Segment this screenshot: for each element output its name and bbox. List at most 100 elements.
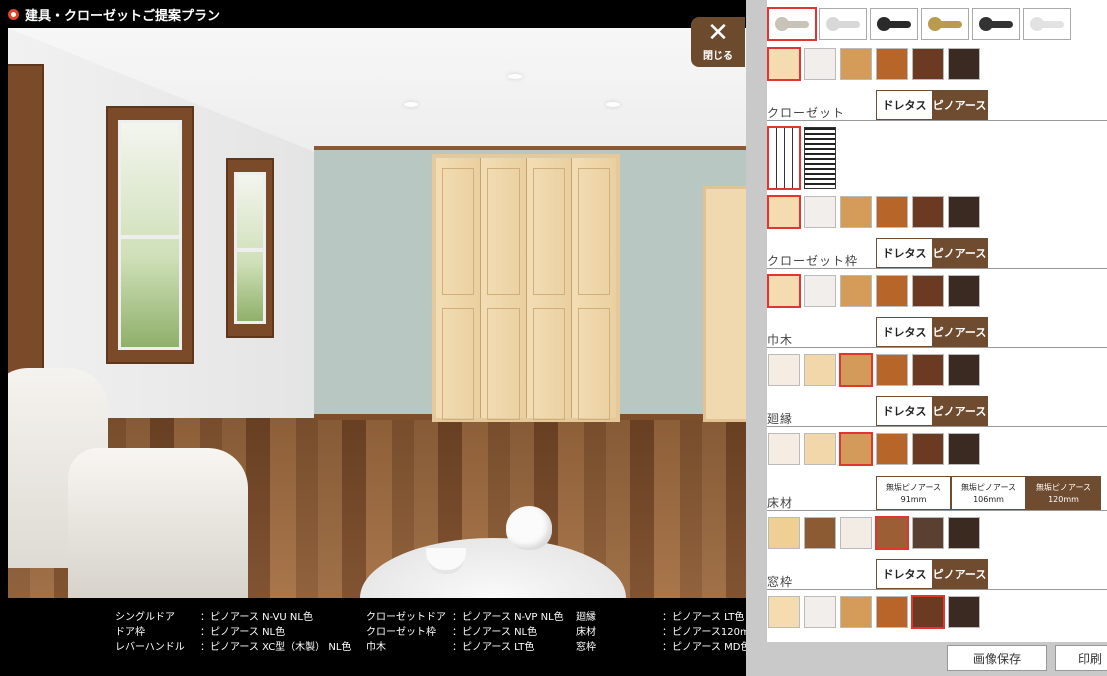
closet-style-louver[interactable] [804, 127, 836, 189]
door-color-swatch[interactable] [840, 48, 872, 80]
spec-value: ：ピノアース NL色 [200, 627, 286, 638]
window-small [226, 158, 274, 338]
baseboard-color-swatch[interactable] [839, 353, 873, 387]
option-dorethas[interactable]: ドレタス [877, 560, 932, 588]
window-frame-color-swatch[interactable] [876, 596, 908, 628]
floor-color-swatch[interactable] [840, 517, 872, 549]
closet-series-toggle: ドレタス ピノアース [876, 90, 988, 120]
closet-frame-color-swatch[interactable] [912, 275, 944, 307]
closet-frame-color-swatch[interactable] [804, 275, 836, 307]
crown-color-swatch[interactable] [912, 433, 944, 465]
closet-frame-color-swatch[interactable] [840, 275, 872, 307]
room-preview [8, 28, 746, 598]
floor-option-120mm[interactable]: 無垢ピノアース 120mm [1026, 476, 1101, 510]
lever-handle-silver-slim-lever[interactable] [1023, 8, 1071, 40]
handle-lever-icon [777, 21, 809, 28]
spec-value: ：ピノアース LT色 [452, 642, 535, 653]
floor-option-91mm[interactable]: 無垢ピノアース 91mm [876, 476, 951, 510]
crown-color-swatch[interactable] [804, 433, 836, 465]
option-dorethas[interactable]: ドレタス [877, 318, 932, 346]
handle-lever-icon [1032, 21, 1064, 28]
spec-value: ：ピノアース LT色 [662, 612, 745, 623]
close-icon: ✕ [707, 18, 729, 48]
window-frame-color-swatch[interactable] [948, 596, 980, 628]
closet-style-panel[interactable] [767, 126, 801, 190]
handle-lever-icon [930, 21, 962, 28]
handle-lever-icon [981, 21, 1013, 28]
window-frame-color-swatch[interactable] [804, 596, 836, 628]
closet-frame-color-swatch[interactable] [876, 275, 908, 307]
closet-color-swatch[interactable] [804, 196, 836, 228]
lever-handle-silver-lever-2[interactable] [819, 8, 867, 40]
lever-handle-black-lever[interactable] [972, 8, 1020, 40]
section-label-crown: 廻縁 [767, 412, 794, 426]
window-large [106, 106, 194, 364]
door-color-swatch[interactable] [948, 48, 980, 80]
crown-color-swatch[interactable] [876, 433, 908, 465]
lever-handle-silver-lever[interactable] [767, 7, 817, 41]
spec-summary: シングルドア ：ピノアース N-VU NL色 クローゼットドア ：ピノアース N-VP… [0, 598, 783, 676]
save-image-button[interactable]: 画像保存 [947, 645, 1047, 671]
spec-value: ：ピノアース N-VU NL色 [200, 612, 313, 623]
downlight [404, 102, 418, 107]
closet-frame-series-toggle: ドレタス ピノアース [876, 238, 988, 268]
baseboard-color-swatch[interactable] [912, 354, 944, 386]
lever-handle-black-knob-lever[interactable] [870, 8, 918, 40]
option-pinoearth[interactable]: ピノアース [932, 397, 987, 425]
spec-key: 窓枠 [576, 642, 596, 653]
floor-color-swatch[interactable] [912, 517, 944, 549]
section-label-window-frame: 窓枠 [767, 575, 794, 589]
closet-frame-color-swatch[interactable] [948, 275, 980, 307]
handle-lever-icon [828, 21, 860, 28]
option-dorethas[interactable]: ドレタス [877, 397, 932, 425]
closet-color-swatch[interactable] [876, 196, 908, 228]
door-color-swatch[interactable] [767, 47, 801, 81]
spec-key: 床材 [576, 627, 596, 638]
closet-frame-color-swatch[interactable] [767, 274, 801, 308]
option-dorethas[interactable]: ドレタス [877, 91, 932, 119]
option-pinoearth[interactable]: ピノアース [932, 239, 987, 267]
option-pinoearth[interactable]: ピノアース [932, 91, 987, 119]
door-color-swatch[interactable] [876, 48, 908, 80]
lever-handle-gold-knob-lever[interactable] [921, 8, 969, 40]
section-label-baseboard: 巾木 [767, 333, 794, 347]
spec-value: ：ピノアース MD色 [662, 642, 751, 653]
spec-key: クローゼット枠 [366, 627, 436, 638]
window-frame-color-swatch[interactable] [840, 596, 872, 628]
selection-panel: ドレタス ピノアース クローゼット ドレタス ピノアース クローゼット枠 ドレタ… [746, 0, 1107, 676]
door-color-swatch[interactable] [912, 48, 944, 80]
crown-molding [314, 146, 746, 150]
window-frame-color-swatch[interactable] [768, 596, 800, 628]
floor-color-swatch[interactable] [948, 517, 980, 549]
floor-color-swatch[interactable] [804, 517, 836, 549]
baseboard-color-swatch[interactable] [948, 354, 980, 386]
floor-width-toggle: 無垢ピノアース 91mm 無垢ピノアース 106mm 無垢ピノアース 120mm [876, 476, 1101, 510]
crown-color-swatch[interactable] [839, 432, 873, 466]
crown-color-swatch[interactable] [948, 433, 980, 465]
closet-color-swatch[interactable] [840, 196, 872, 228]
option-pinoearth[interactable]: ピノアース [932, 318, 987, 346]
option-pinoearth[interactable]: ピノアース [932, 560, 987, 588]
window-frame-color-swatch[interactable] [911, 595, 945, 629]
single-door [703, 186, 746, 422]
spec-key: 廻縁 [576, 612, 596, 623]
window-frame-series-toggle: ドレタス ピノアース [876, 559, 988, 589]
crown-color-swatch[interactable] [768, 433, 800, 465]
baseboard-color-swatch[interactable] [804, 354, 836, 386]
floor-color-swatch[interactable] [875, 516, 909, 550]
baseboard-color-swatch[interactable] [876, 354, 908, 386]
floor-option-106mm[interactable]: 無垢ピノアース 106mm [951, 476, 1026, 510]
door-color-swatch[interactable] [804, 48, 836, 80]
option-dorethas[interactable]: ドレタス [877, 239, 932, 267]
app-title: 建具・クローゼットご提案プラン [25, 8, 221, 24]
section-label-closet-frame: クローゼット枠 [767, 254, 859, 268]
print-button[interactable]: 印刷 [1055, 645, 1107, 671]
downlight [606, 102, 620, 107]
close-button[interactable]: ✕ 閉じる [691, 17, 745, 67]
baseboard-color-swatch[interactable] [768, 354, 800, 386]
floor-color-swatch[interactable] [768, 517, 800, 549]
closet-color-swatch[interactable] [912, 196, 944, 228]
closet-color-swatch[interactable] [767, 195, 801, 229]
closet-color-swatch[interactable] [948, 196, 980, 228]
title-bar: 建具・クローゼットご提案プラン [0, 0, 746, 28]
